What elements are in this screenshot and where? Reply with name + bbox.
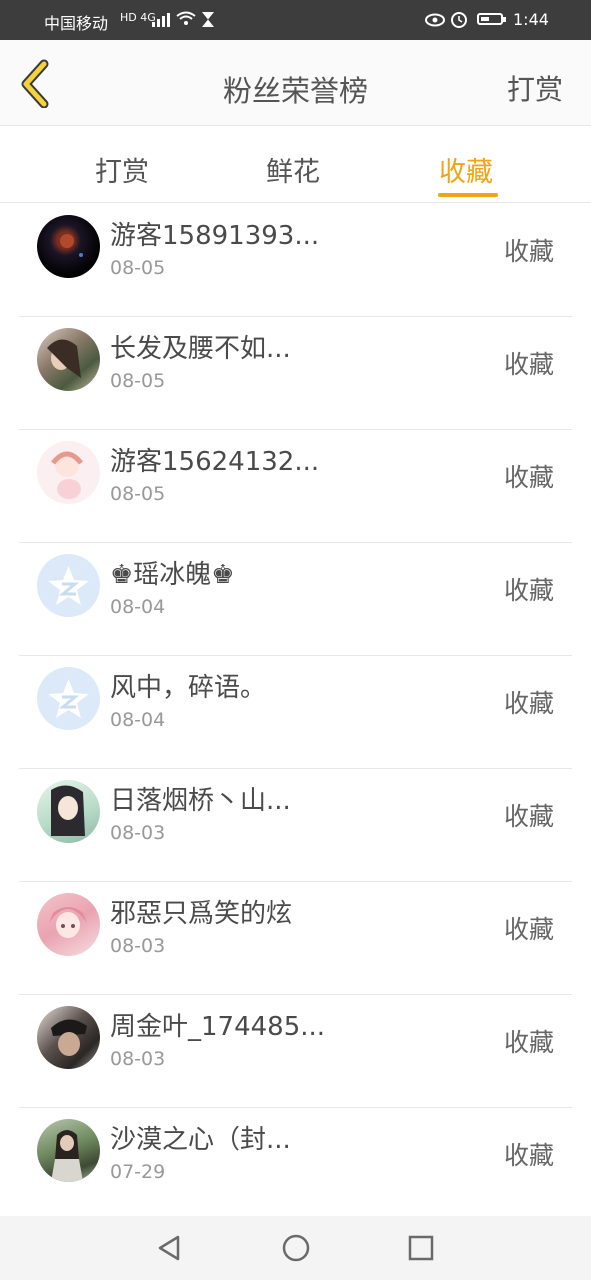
avatar bbox=[37, 893, 100, 956]
fan-name: 沙漠之心（封... bbox=[110, 1125, 291, 1155]
fan-action-label: 收藏 bbox=[503, 915, 554, 944]
fan-date: 08-05 bbox=[110, 257, 166, 279]
fan-action-label: 收藏 bbox=[503, 1028, 554, 1057]
home-circle-icon[interactable] bbox=[281, 1233, 311, 1263]
avatar bbox=[37, 780, 100, 843]
fan-date: 08-03 bbox=[110, 935, 166, 957]
eye-icon bbox=[425, 12, 445, 31]
fan-action-label: 收藏 bbox=[503, 350, 554, 379]
list-item[interactable]: 沙漠之心（封... 07-29 收藏 bbox=[19, 1107, 572, 1216]
qq-default-avatar-icon bbox=[48, 679, 89, 718]
fan-name: 日落烟桥丶山... bbox=[110, 786, 291, 816]
status-bar: 中国移动 HD 4G 1:44 bbox=[0, 0, 591, 40]
battery-tip bbox=[503, 17, 506, 22]
fan-date: 08-03 bbox=[110, 822, 166, 844]
tab-favorites[interactable]: 收藏 bbox=[439, 150, 493, 189]
avatar bbox=[37, 441, 100, 504]
fan-action-label: 收藏 bbox=[503, 802, 554, 831]
list-item[interactable]: ♚瑶冰魄♚ 08-04 收藏 bbox=[19, 542, 572, 656]
fan-name: 风中，碎语。 bbox=[110, 673, 267, 703]
page-title: 粉丝荣誉榜 bbox=[222, 74, 368, 108]
anime-character-avatar-image bbox=[51, 785, 85, 836]
avatar bbox=[37, 328, 100, 391]
fan-action-label: 收藏 bbox=[503, 1141, 554, 1170]
fan-action-label: 收藏 bbox=[503, 576, 554, 605]
fan-date: 08-03 bbox=[110, 1048, 166, 1070]
night-sky-avatar-image bbox=[60, 234, 83, 257]
alarm-icon bbox=[450, 10, 468, 32]
fan-date: 08-04 bbox=[110, 596, 166, 618]
active-tab-indicator bbox=[438, 193, 498, 197]
system-nav-bar bbox=[0, 1216, 591, 1280]
list-item[interactable]: 邪惡只爲笑的炫 08-03 收藏 bbox=[19, 881, 572, 995]
tab-reward[interactable]: 打赏 bbox=[95, 150, 149, 189]
outdoor-photo-avatar-image bbox=[51, 1130, 83, 1182]
fan-name: 邪惡只爲笑的炫 bbox=[110, 899, 293, 929]
fan-name: 游客15891393... bbox=[110, 221, 320, 251]
fan-name: 长发及腰不如... bbox=[110, 334, 291, 364]
avatar bbox=[37, 215, 100, 278]
man-photo-avatar-image bbox=[51, 1019, 87, 1056]
girl-photo-avatar-image bbox=[47, 339, 81, 378]
tab-bar: 打赏 鲜花 收藏 bbox=[0, 126, 591, 203]
fan-action-label: 收藏 bbox=[503, 463, 554, 492]
list-item[interactable]: 长发及腰不如... 08-05 收藏 bbox=[19, 316, 572, 430]
battery-icon bbox=[477, 13, 503, 25]
fan-list: 游客15891393... 08-05 收藏 长发及腰不如... 08-05 收… bbox=[0, 203, 591, 1216]
avatar bbox=[37, 554, 100, 617]
reward-button[interactable]: 打赏 bbox=[507, 68, 563, 108]
pink-hair-anime-avatar-image bbox=[49, 907, 87, 938]
fan-name: 周金叶_174485... bbox=[110, 1012, 326, 1042]
fan-date: 07-29 bbox=[110, 1161, 166, 1183]
list-item[interactable]: 周金叶_174485... 08-03 收藏 bbox=[19, 994, 572, 1108]
back-triangle-icon[interactable] bbox=[154, 1233, 184, 1263]
fan-date: 08-05 bbox=[110, 483, 166, 505]
list-item[interactable]: 游客15624132... 08-05 收藏 bbox=[19, 429, 572, 543]
avatar bbox=[37, 1119, 100, 1182]
anime-girl-avatar-image bbox=[51, 451, 83, 499]
signal-icon bbox=[152, 12, 172, 32]
fan-name: 游客15624132... bbox=[110, 447, 320, 477]
list-item[interactable]: 风中，碎语。 08-04 收藏 bbox=[19, 655, 572, 769]
list-item[interactable]: 日落烟桥丶山... 08-03 收藏 bbox=[19, 768, 572, 882]
header: 粉丝荣誉榜 打赏 bbox=[0, 40, 591, 126]
avatar bbox=[37, 667, 100, 730]
avatar bbox=[37, 1006, 100, 1069]
tab-flowers[interactable]: 鲜花 bbox=[266, 150, 320, 189]
fan-action-label: 收藏 bbox=[503, 689, 554, 718]
fan-action-label: 收藏 bbox=[503, 237, 554, 266]
fan-date: 08-05 bbox=[110, 370, 166, 392]
list-item[interactable]: 游客15891393... 08-05 收藏 bbox=[19, 203, 572, 317]
fan-date: 08-04 bbox=[110, 709, 166, 731]
fan-name: ♚瑶冰魄♚ bbox=[110, 560, 235, 590]
qq-default-avatar-icon bbox=[48, 566, 89, 605]
clock: 1:44 bbox=[513, 10, 549, 29]
recents-square-icon[interactable] bbox=[406, 1233, 436, 1263]
network-indicator: HD 4G bbox=[120, 11, 156, 24]
hourglass-icon bbox=[201, 11, 215, 32]
wifi-icon bbox=[176, 11, 196, 31]
carrier-name: 中国移动 bbox=[44, 14, 109, 33]
